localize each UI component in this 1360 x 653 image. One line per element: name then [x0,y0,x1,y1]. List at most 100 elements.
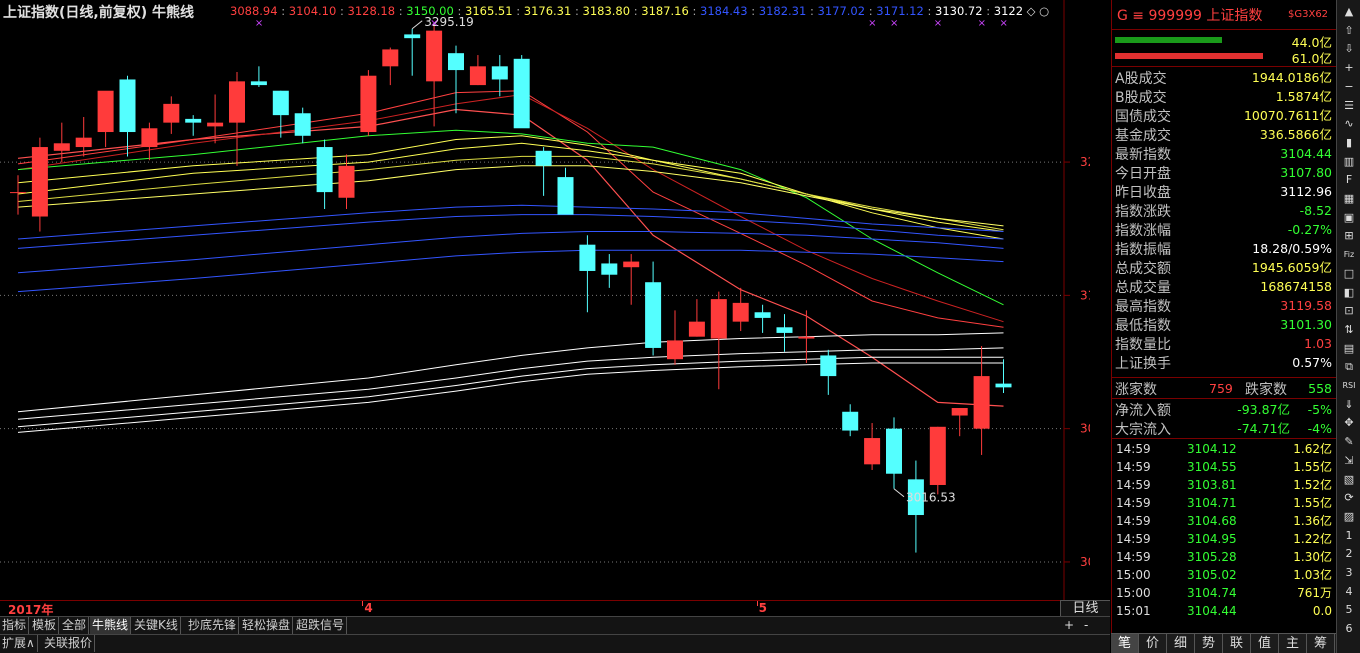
stats-icon[interactable]: ▧ [1340,472,1358,488]
stat-row: 上证换手 0.57% [1112,353,1336,372]
quote-tab[interactable]: 笔 [1111,634,1139,653]
window-icon[interactable]: □ [1340,266,1358,282]
stat-row: 指数量比 1.03 [1112,334,1336,353]
ma-line [17,90,1004,328]
scroll-up-icon[interactable]: ▲ [1340,4,1358,20]
vol-icon[interactable]: ▤ [1340,341,1358,357]
quote-tab[interactable]: 势 [1195,634,1223,653]
y-tick-label: 3011 [1080,555,1090,569]
extension-tab[interactable]: 扩展∧ [0,635,38,652]
indicator-tab[interactable]: 轻松操盘 [240,617,294,634]
image-icon[interactable]: ▨ [1340,509,1358,525]
quote-tab[interactable]: 筹 [1307,634,1335,653]
stat-value: 10070.7611亿 [1243,108,1332,123]
indicator-tab[interactable]: 模板 [30,617,60,634]
indicator-tab[interactable]: 抄底先锋 [186,617,240,634]
download-icon[interactable]: ⇓ [1340,397,1358,413]
page-up-icon[interactable]: ⇧ [1340,23,1358,39]
table-icon[interactable]: ⊞ [1340,228,1358,244]
quote-tab[interactable]: 细 [1167,634,1195,653]
down-count-label: 跌家数 [1245,382,1287,398]
chart-type-icon[interactable]: ◧ [1340,285,1358,301]
candle-body [623,261,640,268]
ma-line [17,129,1004,306]
indicator-tab[interactable]: 指标 [0,617,30,634]
sort-icon[interactable]: ⇅ [1340,322,1358,338]
page-down-icon[interactable]: ⇩ [1340,41,1358,57]
move-icon[interactable]: ✥ [1340,415,1358,431]
grid-icon[interactable]: ▣ [1340,210,1358,226]
separator: : [806,4,818,18]
bar-chart-icon[interactable]: ▥ [1340,154,1358,170]
extension-tab[interactable]: 关联报价 [42,635,96,652]
indicator-tab[interactable]: 牛熊线 [90,617,132,634]
candle-body [185,118,202,123]
down-volume-bar [1115,53,1263,59]
zoom-in-icon[interactable]: + [1340,60,1358,76]
pen-icon[interactable]: ✎ [1340,434,1358,450]
chart-options-icon[interactable]: ◇ ○ [1023,4,1050,18]
tick-price: 3103.81 [1187,478,1237,492]
indicator-tab[interactable]: 关键K线 [132,617,181,634]
separator: : [923,4,935,18]
stat-row: 指数涨幅 -0.27% [1112,220,1336,239]
tick-row: 14:59 3104.12 1.62亿 [1112,440,1336,458]
separator: : [512,4,524,18]
layout-2-icon[interactable]: 2 [1340,546,1358,562]
stat-row: 指数振幅 18.28/0.59% [1112,239,1336,258]
export-icon[interactable]: ⇲ [1340,453,1358,469]
tick-time: 14:59 [1116,442,1151,456]
tick-price: 3104.74 [1187,586,1237,600]
quote-tab[interactable]: 主 [1279,634,1307,653]
stat-label: 指数涨跌 [1115,204,1171,220]
tick-price: 3104.68 [1187,514,1237,528]
candle-body [535,150,552,166]
fiz-icon[interactable]: Fiz [1340,247,1358,263]
f10-icon[interactable]: F [1340,172,1358,188]
separator: : [630,4,642,18]
rsi-icon[interactable]: RSI [1340,378,1358,394]
ma-value: 3187.16 [641,4,689,18]
list-icon[interactable]: ☰ [1340,98,1358,114]
indicator-tab[interactable]: 超跌信号 [294,617,348,634]
tick-price: 3104.71 [1187,496,1237,510]
ma-line [17,214,1004,249]
quote-tab[interactable]: 值 [1251,634,1279,653]
indicator-tab[interactable]: 全部 [60,617,90,634]
flow-label: 净流入额 [1115,403,1171,419]
quote-tab[interactable]: 联 [1223,634,1251,653]
quote-tab[interactable]: 价 [1139,634,1167,653]
calendar-icon[interactable]: ▦ [1340,191,1358,207]
ma-value: 3171.12 [876,4,924,18]
candle-body [448,53,464,71]
layout-4-icon[interactable]: 4 [1340,584,1358,600]
line-chart-icon[interactable]: ∿ [1340,116,1358,132]
period-label[interactable]: 日线 [1060,600,1110,616]
candle-body [294,113,311,136]
candle-body [469,66,486,86]
layout-1-icon[interactable]: 1 [1340,528,1358,544]
indicator-icon[interactable]: ⊡ [1340,303,1358,319]
flow-row: 大宗流入 -74.71亿 -4% [1112,419,1336,438]
ma-value: 3150.00 [406,4,454,18]
stat-label: B股成交 [1115,90,1167,106]
stat-label: 上证换手 [1115,356,1171,372]
candle-icon[interactable]: ▮ [1340,135,1358,151]
stat-row: 国债成交 10070.7611亿 [1112,106,1336,125]
stat-label: 最高指数 [1115,299,1171,315]
layout-5-icon[interactable]: 5 [1340,602,1358,618]
layout-3-icon[interactable]: 3 [1340,565,1358,581]
zoom-out-icon[interactable]: − [1340,79,1358,95]
filter-icon[interactable]: ⧉ [1340,359,1358,375]
kline-chart[interactable]: 32243153308230113295.193016.53××××××× [0,0,1090,600]
refresh-icon[interactable]: ⟳ [1340,490,1358,506]
zoom-plus-button[interactable]: + [1064,618,1074,632]
separator: : [571,4,583,18]
candle-body [272,90,289,116]
zoom-minus-button[interactable]: - [1084,618,1088,632]
stat-row: 最新指数 3104.44 [1112,144,1336,163]
code-line: G ≡ 999999 上证指数 [1117,8,1263,24]
tick-price: 3104.55 [1187,460,1237,474]
flow-value: -74.71亿 [1237,421,1290,436]
layout-6-icon[interactable]: 6 [1340,621,1358,637]
